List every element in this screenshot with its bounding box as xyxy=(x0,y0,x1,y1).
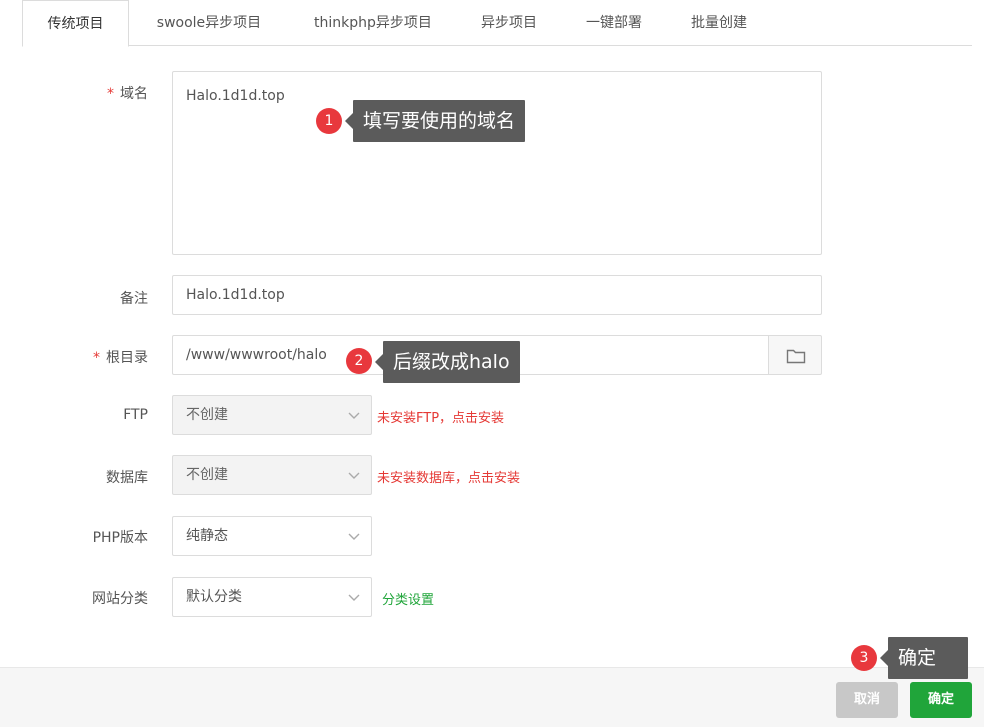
required-mark: * xyxy=(107,86,114,102)
domain-label: * 域名 xyxy=(107,83,148,103)
tab-thinkphp-async-project[interactable]: thinkphp异步项目 xyxy=(300,0,446,46)
domain-label-text: 域名 xyxy=(120,86,148,102)
confirm-button[interactable]: 确定 xyxy=(910,682,972,718)
note-input[interactable] xyxy=(172,275,822,315)
domain-textarea[interactable]: Halo.1d1d.top xyxy=(172,71,822,255)
note-label-text: 备注 xyxy=(120,291,148,307)
root-dir-label: * 根目录 xyxy=(93,347,148,367)
tab-traditional-project[interactable]: 传统项目 xyxy=(22,0,129,47)
chevron-down-icon xyxy=(348,412,360,419)
annotation-tooltip-3: 确定 xyxy=(880,637,968,679)
site-category-select-value: 默认分类 xyxy=(186,589,242,605)
database-select-value: 不创建 xyxy=(186,467,228,483)
cancel-button[interactable]: 取消 xyxy=(836,682,898,718)
php-version-select-value: 纯静态 xyxy=(186,528,228,544)
ftp-select[interactable]: 不创建 xyxy=(172,395,372,435)
ftp-label: FTP xyxy=(123,407,148,423)
category-settings-link[interactable]: 分类设置 xyxy=(382,589,434,608)
root-dir-label-text: 根目录 xyxy=(106,350,148,366)
database-label: 数据库 xyxy=(106,467,148,487)
php-version-label: PHP版本 xyxy=(93,527,148,547)
ftp-label-text: FTP xyxy=(123,407,148,423)
chevron-down-icon xyxy=(348,472,360,479)
database-install-warning[interactable]: 未安装数据库，点击安装 xyxy=(377,467,520,486)
chevron-down-icon xyxy=(348,594,360,601)
annotation-tooltip-1: 填写要使用的域名 xyxy=(344,100,526,142)
site-category-label-text: 网站分类 xyxy=(92,591,148,607)
note-label: 备注 xyxy=(120,288,148,308)
ftp-select-value: 不创建 xyxy=(186,407,228,423)
chevron-down-icon xyxy=(348,533,360,540)
tab-batch-create[interactable]: 批量创建 xyxy=(680,0,758,46)
browse-folder-button[interactable] xyxy=(768,335,822,375)
php-version-label-text: PHP版本 xyxy=(92,530,148,546)
annotation-tooltip-2: 后缀改成halo xyxy=(375,341,520,383)
tab-one-click-deploy[interactable]: 一键部署 xyxy=(575,0,653,46)
annotation-badge-2: 2 xyxy=(346,348,372,374)
site-category-select[interactable]: 默认分类 xyxy=(172,577,372,617)
database-select[interactable]: 不创建 xyxy=(172,455,372,495)
annotation-badge-3: 3 xyxy=(851,645,877,671)
tab-async-project[interactable]: 异步项目 xyxy=(470,0,548,46)
tab-bar: 传统项目 swoole异步项目 thinkphp异步项目 异步项目 一键部署 批… xyxy=(22,0,972,47)
site-category-label: 网站分类 xyxy=(92,588,148,608)
php-version-select[interactable]: 纯静态 xyxy=(172,516,372,556)
required-mark: * xyxy=(93,350,100,366)
ftp-install-warning[interactable]: 未安装FTP，点击安装 xyxy=(377,407,504,426)
database-label-text: 数据库 xyxy=(106,470,148,486)
tab-swoole-async-project[interactable]: swoole异步项目 xyxy=(142,0,276,46)
folder-icon xyxy=(786,349,806,364)
annotation-badge-1: 1 xyxy=(316,108,342,134)
